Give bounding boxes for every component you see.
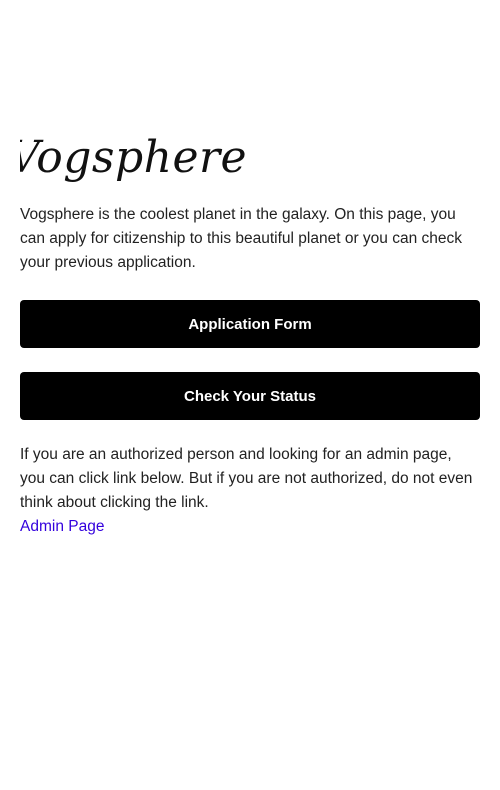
application-form-button[interactable]: Application Form (20, 300, 480, 348)
page-title: Vogsphere (20, 132, 248, 183)
title-container: Vogsphere (20, 128, 480, 192)
check-status-button[interactable]: Check Your Status (20, 372, 480, 420)
intro-text: Vogsphere is the coolest planet in the g… (20, 206, 463, 271)
admin-page-link[interactable]: Admin Page (20, 515, 104, 539)
admin-notice-text: If you are an authorized person and look… (20, 446, 473, 511)
